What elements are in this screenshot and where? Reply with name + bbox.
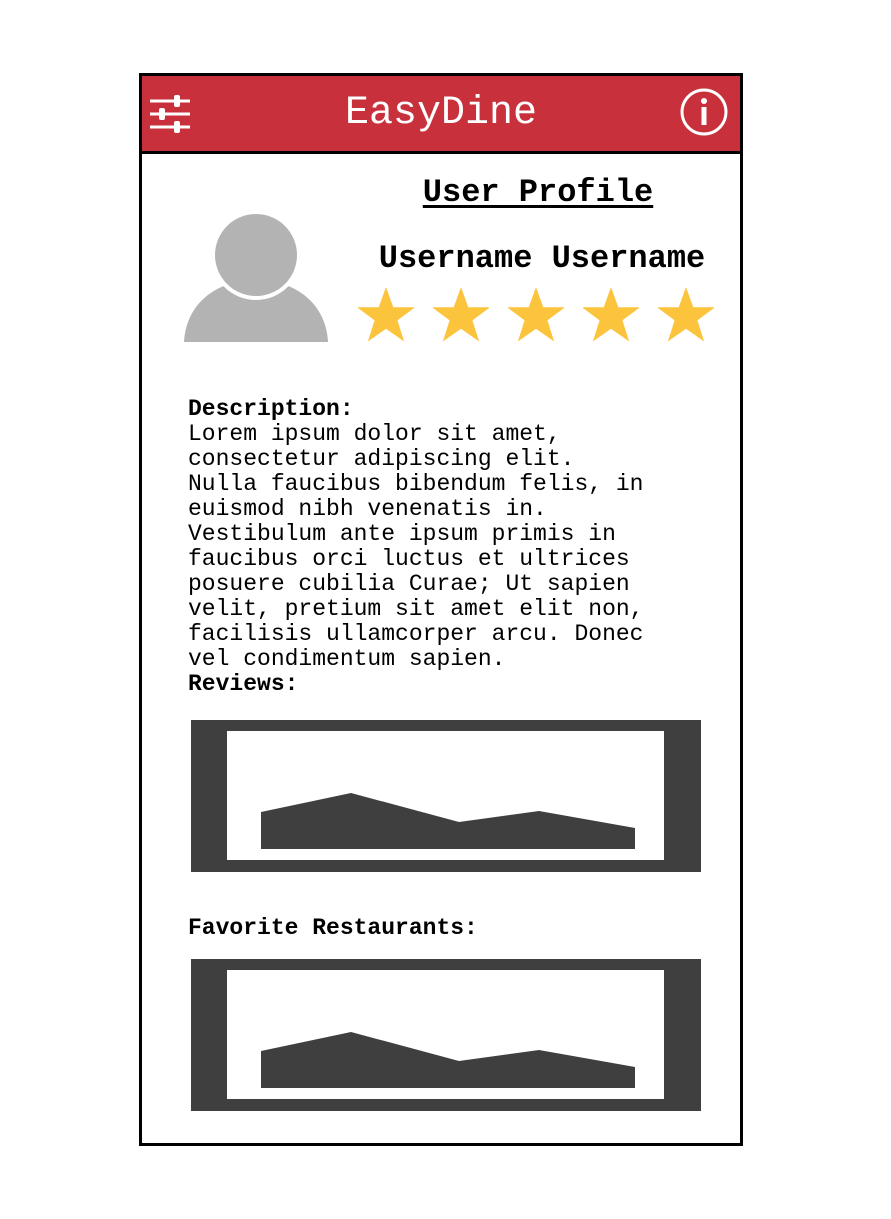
reviews-image-placeholder-icon[interactable] xyxy=(191,720,701,872)
star-icon xyxy=(581,287,641,344)
app-title: EasyDine xyxy=(344,91,538,136)
favorites-image-placeholder-icon[interactable] xyxy=(191,959,701,1111)
app-header: EasyDine xyxy=(142,76,740,154)
favorites-label: Favorite Restaurants: xyxy=(188,915,478,941)
star-icon xyxy=(356,287,416,344)
page-title: User Profile xyxy=(422,174,654,211)
star-icon xyxy=(656,287,716,344)
star-rating xyxy=(356,287,718,348)
user-avatar-icon xyxy=(182,208,330,342)
description-label: Description: xyxy=(188,396,354,422)
username: Username Username xyxy=(378,240,706,277)
info-icon[interactable] xyxy=(680,88,728,136)
phone-frame: EasyDine User Profile Username Username … xyxy=(139,73,743,1146)
star-icon xyxy=(506,287,566,344)
star-icon xyxy=(431,287,491,344)
description-text: Lorem ipsum dolor sit amet, consectetur … xyxy=(188,421,644,672)
reviews-label: Reviews: xyxy=(188,671,299,697)
description-section: Description: Lorem ipsum dolor sit amet, … xyxy=(188,372,708,672)
